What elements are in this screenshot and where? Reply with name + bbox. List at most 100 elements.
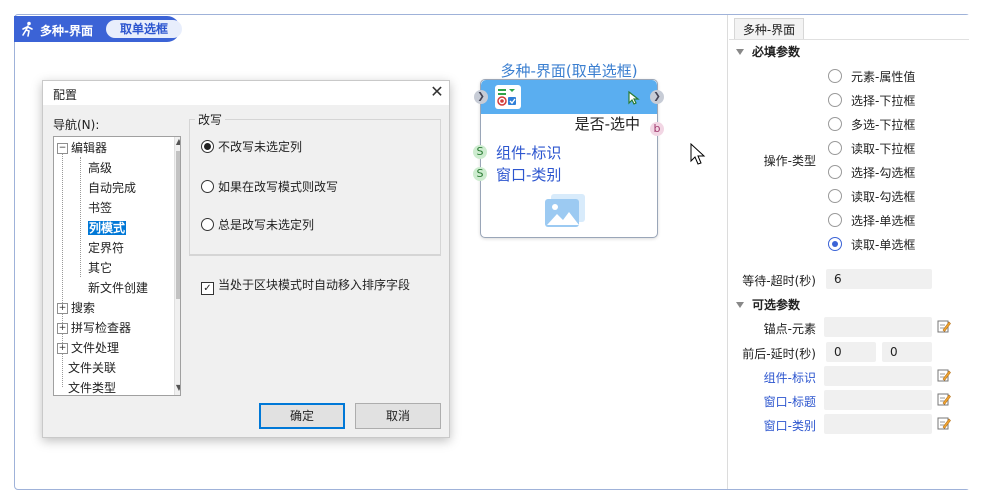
overwrite-radio[interactable]: 不改写未选定列 [201,138,302,155]
timeout-label: 等待-超时(秒) [742,274,816,288]
tree-scrollbar[interactable]: ▲ ▼ [174,137,180,395]
tree-item[interactable]: − 编辑器 [57,139,107,157]
tree-item[interactable]: 自动完成 [88,179,136,197]
tree-item[interactable]: 书签 [88,199,112,217]
tree-item[interactable]: 文件类型 [68,379,116,395]
close-icon[interactable]: ✕ [427,82,447,102]
edit-icon[interactable] [937,319,951,333]
component-id-label: 组件-标识 [763,371,816,385]
tree-item[interactable]: 其它 [88,259,112,277]
anchor-label: 锚点-元素 [763,322,816,336]
radio-indicator [828,69,842,83]
input-port-icon[interactable]: ❯ [474,90,488,104]
tree-item[interactable]: 定界符 [88,239,124,257]
window-title-label: 窗口-标题 [763,395,816,409]
running-person-icon [22,21,33,37]
expand-icon[interactable]: + [57,323,68,334]
tree-item-label: 书签 [88,201,113,215]
scroll-thumb[interactable] [176,151,180,299]
component-id-input[interactable] [824,366,932,386]
flow-title-chip[interactable]: 多种-界面 取单选框 [14,16,182,42]
window-title-input[interactable] [824,390,932,410]
delay-before-input[interactable]: 0 [826,342,876,362]
radio-indicator [828,237,842,251]
window-class-input[interactable] [824,414,932,434]
expand-icon[interactable]: + [57,343,68,354]
checkmark-icon: ✓ [201,282,214,295]
op-type-option[interactable]: 多选-下拉框 [828,116,915,133]
required-params-header[interactable]: 必填参数 [736,43,800,60]
tree-item-label: 编辑器 [71,141,108,155]
edit-icon[interactable] [937,416,951,430]
radio-indicator [828,117,842,131]
string-type-pin[interactable]: S [473,145,487,159]
image-icon [545,194,585,227]
option-label: 读取-勾选框 [851,190,916,204]
radio-label: 不改写未选定列 [218,140,303,154]
dialog-title: 配置 [53,88,78,102]
option-label: 元素-属性值 [851,70,916,84]
tree-item-label: 列模式 [88,221,127,235]
tree-item-label: 文件处理 [71,341,120,355]
radio-label: 总是改写未选定列 [218,218,315,232]
group-separator [189,255,441,256]
anchor-input[interactable] [824,317,932,337]
tree-item-label: 定界符 [88,241,125,255]
ok-button[interactable]: 确定 [259,403,345,429]
radio-label: 如果在改写模式则改写 [218,180,339,194]
tree-item[interactable]: 文件关联 [68,359,116,377]
tree-item[interactable]: + 拼写检查器 [57,319,131,337]
option-label: 读取-下拉框 [851,142,916,156]
radio-indicator [201,140,214,153]
collapse-icon[interactable]: − [57,143,68,154]
tree-item[interactable]: 列模式 [88,219,127,237]
delay-after-input[interactable]: 0 [882,342,932,362]
tab-underline [729,39,969,40]
activity-title: 多种-界面(取单选框) [500,62,638,80]
tree-item-label: 搜索 [71,301,96,315]
tree-item-label: 新文件创建 [88,281,149,295]
tree-item[interactable]: + 文件处理 [57,339,119,357]
overwrite-group-title: 改写 [195,111,226,128]
tree-item[interactable]: 高级 [88,159,112,177]
checkbox-label: 当处于区块模式时自动移入排序字段 [218,278,411,292]
expand-icon[interactable]: + [57,303,68,314]
option-label: 读取-单选框 [851,238,916,252]
output-port-icon[interactable]: ❯ [650,90,664,104]
optional-params-header[interactable]: 可选参数 [736,296,800,313]
op-type-option[interactable]: 选择-勾选框 [828,164,915,181]
op-type-option[interactable]: 读取-下拉框 [828,140,915,157]
boolean-type-pin[interactable]: b [650,122,664,136]
tab-properties[interactable]: 多种-界面 [734,18,804,40]
op-type-label: 操作-类型 [763,154,816,168]
tree-item-label: 其它 [88,261,113,275]
edit-icon[interactable] [937,392,951,406]
op-type-option[interactable]: 元素-属性值 [828,68,915,85]
auto-sort-checkbox[interactable]: ✓ 当处于区块模式时自动移入排序字段 [201,276,410,295]
op-type-option[interactable]: 选择-单选框 [828,212,915,229]
edit-icon[interactable] [937,368,951,382]
scroll-down-icon[interactable]: ▼ [175,383,180,395]
flow-activity-pill[interactable]: 取单选框 [106,20,182,38]
tree-guide [80,157,81,277]
radio-indicator [828,141,842,155]
tree-item[interactable]: + 搜索 [57,299,95,317]
overwrite-radio[interactable]: 总是改写未选定列 [201,216,314,233]
required-params-title: 必填参数 [752,45,801,59]
option-label: 选择-单选框 [851,214,916,228]
scroll-up-icon[interactable]: ▲ [175,137,180,149]
string-type-pin[interactable]: S [473,167,487,181]
op-type-option[interactable]: 选择-下拉框 [828,92,915,109]
radio-indicator [828,93,842,107]
collapse-triangle-icon[interactable] [736,302,744,308]
timeout-input[interactable]: 6 [826,269,932,289]
cancel-button[interactable]: 取消 [355,403,441,429]
nav-tree[interactable]: − 编辑器 高级 自动完成 书签 列模式 定界符 其它 新文件创建 + 搜索 + 拼写检查器 + 文件处理文… [53,136,181,396]
collapse-triangle-icon[interactable] [736,49,744,55]
activity-input-label: 组件-标识 [496,144,562,162]
op-type-option[interactable]: 读取-单选框 [828,236,915,253]
op-type-option[interactable]: 读取-勾选框 [828,188,915,205]
tree-item-label: 拼写检查器 [71,321,132,335]
tree-item[interactable]: 新文件创建 [88,279,148,297]
overwrite-radio[interactable]: 如果在改写模式则改写 [201,178,338,195]
